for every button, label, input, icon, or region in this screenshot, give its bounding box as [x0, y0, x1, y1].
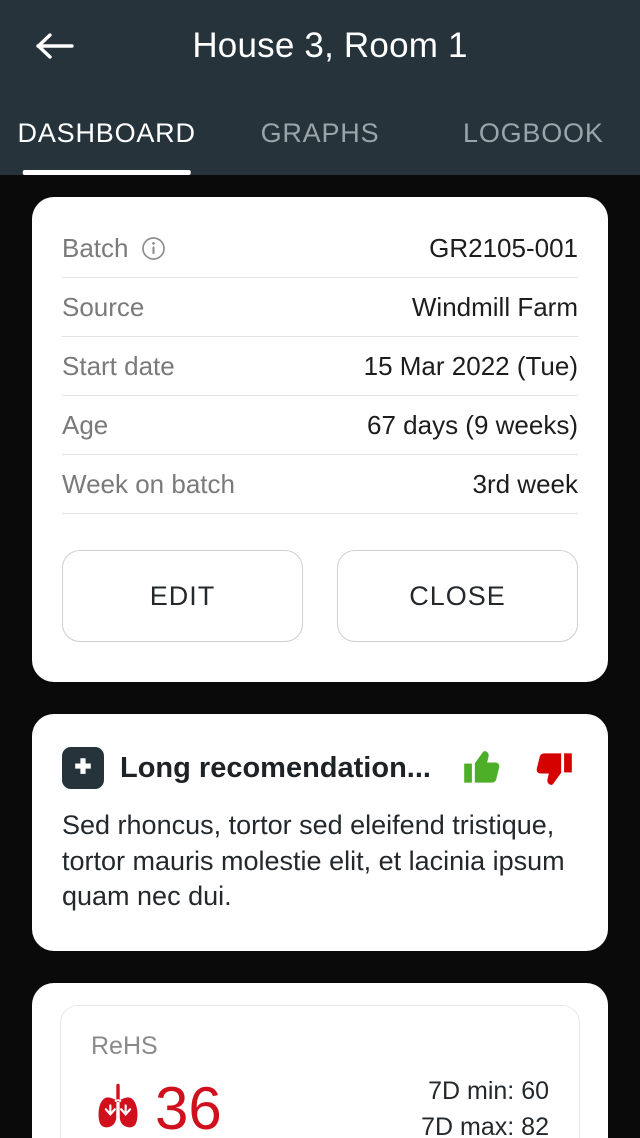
close-button[interactable]: CLOSE: [337, 550, 578, 642]
table-row: Week on batch 3rd week: [62, 455, 578, 514]
recommendation-card: Long recomendation... Sed rhoncus, torto…: [32, 714, 608, 951]
tab-active-indicator: [22, 170, 191, 175]
table-row: Source Windmill Farm: [62, 278, 578, 337]
tab-bar: DASHBOARD GRAPHS LOGBOOK: [0, 92, 640, 175]
thumbs-up-icon[interactable]: [458, 742, 510, 794]
table-row: Age 67 days (9 weeks): [62, 396, 578, 455]
tab-dashboard-label: DASHBOARD: [17, 118, 196, 148]
row-label-week-on-batch: Week on batch: [62, 468, 235, 499]
tab-logbook-label: LOGBOOK: [463, 118, 604, 148]
thumbs-down-icon[interactable]: [526, 742, 578, 794]
row-value-batch: GR2105-001: [429, 232, 578, 263]
lungs-icon: [91, 1080, 145, 1138]
metric-value-rehs: 36: [155, 1075, 222, 1138]
metrics-card: ReHS 36 7D min: 60 7D max: 82: [32, 982, 608, 1138]
info-circle-icon[interactable]: [141, 236, 166, 261]
page-title: House 3, Room 1: [192, 26, 468, 65]
medical-cross-icon: [62, 747, 104, 789]
row-value-week-on-batch: 3rd week: [472, 468, 579, 499]
metric-main-rehs: 36: [91, 1079, 222, 1138]
batch-info-rows: Batch GR2105-001 Source Windmill Farm St…: [32, 197, 608, 514]
row-value-source: Windmill Farm: [411, 291, 578, 322]
tab-dashboard[interactable]: DASHBOARD: [0, 118, 213, 175]
tab-logbook[interactable]: LOGBOOK: [427, 118, 640, 175]
row-label-start-date: Start date: [62, 350, 175, 381]
app-bar-top: House 3, Room 1: [0, 0, 640, 92]
edit-button[interactable]: EDIT: [62, 550, 303, 642]
metric-tile-rehs[interactable]: ReHS 36 7D min: 60 7D max: 82: [60, 1004, 580, 1138]
metric-name-rehs: ReHS: [91, 1031, 158, 1060]
row-label-source: Source: [62, 291, 145, 322]
metric-stats-rehs: 7D min: 60 7D max: 82: [421, 1073, 549, 1138]
batch-card-actions: EDIT CLOSE: [32, 514, 608, 682]
row-value-age: 67 days (9 weeks): [367, 409, 578, 440]
metric-stat-max: 7D max: 82: [421, 1113, 549, 1138]
recommendation-body: Sed rhoncus, tortor sed eleifend tristiq…: [62, 810, 565, 912]
table-row: Batch GR2105-001: [62, 219, 578, 278]
app-bar: House 3, Room 1 DASHBOARD GRAPHS LOGBOOK: [0, 0, 640, 175]
row-label-age: Age: [62, 409, 109, 440]
tab-graphs-label: GRAPHS: [260, 118, 380, 148]
table-row: Start date 15 Mar 2022 (Tue): [62, 337, 578, 396]
metric-stat-min: 7D min: 60: [428, 1076, 549, 1105]
batch-info-card: Batch GR2105-001 Source Windmill Farm St…: [32, 197, 608, 682]
recommendation-header: Long recomendation...: [32, 714, 608, 794]
row-label-batch-text: Batch: [62, 232, 129, 263]
metric-row-rehs: 36 7D min: 60 7D max: 82: [91, 1073, 549, 1138]
content-area: Batch GR2105-001 Source Windmill Farm St…: [0, 197, 640, 1138]
row-value-start-date: 15 Mar 2022 (Tue): [363, 350, 578, 381]
row-label-batch: Batch: [62, 233, 166, 264]
back-button[interactable]: [26, 17, 84, 75]
app-screen: House 3, Room 1 DASHBOARD GRAPHS LOGBOOK…: [0, 0, 640, 1138]
recommendation-title: Long recomendation...: [120, 751, 431, 784]
tab-graphs[interactable]: GRAPHS: [213, 118, 426, 175]
arrow-left-icon: [35, 30, 75, 62]
